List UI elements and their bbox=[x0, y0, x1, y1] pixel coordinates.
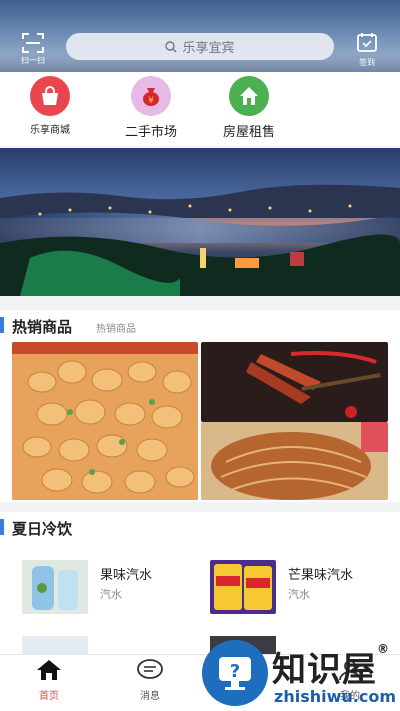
svg-text:?: ? bbox=[230, 661, 240, 682]
summer-drinks-header: 夏日冷饮 bbox=[0, 512, 400, 542]
drink-name: 果味汽水 bbox=[100, 568, 153, 583]
tab-messages[interactable]: 消息 bbox=[120, 659, 180, 702]
checkin-button[interactable]: 签到 bbox=[352, 32, 382, 67]
search-bar[interactable]: 乐享宜宾 bbox=[66, 33, 334, 60]
svg-text:¥: ¥ bbox=[148, 96, 154, 106]
banner-image bbox=[0, 148, 400, 296]
calendar-icon bbox=[357, 33, 377, 52]
product-image-snack[interactable] bbox=[12, 342, 198, 500]
drink-name: 芒果味汽水 bbox=[288, 568, 354, 583]
nav-label-housing: 房屋租售 bbox=[222, 125, 275, 140]
category-nav: 乐享商城 ¥ 二手市场 房屋租售 bbox=[0, 72, 400, 146]
watermark-url: zhishiwu.com bbox=[274, 687, 396, 706]
hot-products-title: 热销商品 bbox=[12, 318, 73, 336]
summer-drinks-list: 果味汽水 汽水 芒果味汽水 汽水 bbox=[0, 542, 400, 654]
product-image-jerky[interactable] bbox=[201, 342, 388, 422]
money-bag-icon: ¥ bbox=[131, 76, 171, 116]
nav-label-mall: 乐享商城 bbox=[30, 125, 70, 136]
house-icon bbox=[229, 76, 269, 116]
message-icon bbox=[137, 659, 163, 679]
summer-drinks-title: 夏日冷饮 bbox=[12, 520, 73, 538]
watermark-text: 知识屋® bbox=[272, 642, 390, 690]
checkin-label: 签到 bbox=[359, 58, 375, 67]
search-placeholder: 乐享宜宾 bbox=[182, 41, 235, 56]
drink-category: 汽水 bbox=[100, 588, 122, 601]
drink-category: 汽水 bbox=[288, 588, 310, 601]
nav-item-secondhand[interactable]: ¥ 二手市场 bbox=[116, 76, 186, 140]
tab-home[interactable]: 首页 bbox=[19, 659, 79, 702]
city-night-banner[interactable] bbox=[0, 148, 400, 296]
search-icon bbox=[165, 40, 177, 52]
app-header: 扫一扫 乐享宜宾 签到 bbox=[0, 0, 400, 72]
home-icon bbox=[37, 660, 61, 680]
product-image-bread[interactable] bbox=[201, 422, 388, 500]
drink-item[interactable]: 果味汽水 汽水 bbox=[22, 560, 192, 618]
drink-thumbnail-partial[interactable] bbox=[22, 636, 88, 654]
hot-products-subtitle: 热销商品 bbox=[96, 324, 136, 335]
scan-button[interactable]: 扫一扫 bbox=[18, 32, 48, 66]
nav-item-housing[interactable]: 房屋租售 bbox=[214, 76, 284, 140]
drink-thumbnail bbox=[22, 560, 88, 614]
nav-item-mall[interactable]: 乐享商城 bbox=[22, 76, 78, 136]
hot-products-grid bbox=[0, 336, 400, 502]
section-accent-bar bbox=[0, 317, 4, 333]
site-watermark: ? 知识屋® zhishiwu.com bbox=[202, 640, 400, 711]
watermark-logo-icon: ? bbox=[202, 640, 268, 706]
drink-thumbnail bbox=[210, 560, 276, 614]
scan-icon bbox=[22, 33, 44, 53]
nav-label-secondhand: 二手市场 bbox=[124, 125, 177, 140]
drink-item[interactable]: 芒果味汽水 汽水 bbox=[210, 560, 390, 618]
scan-label: 扫一扫 bbox=[21, 56, 45, 65]
shopping-bag-icon bbox=[30, 76, 70, 116]
section-accent-bar bbox=[0, 519, 4, 535]
tab-messages-label: 消息 bbox=[140, 691, 160, 702]
tab-home-label: 首页 bbox=[39, 691, 59, 702]
